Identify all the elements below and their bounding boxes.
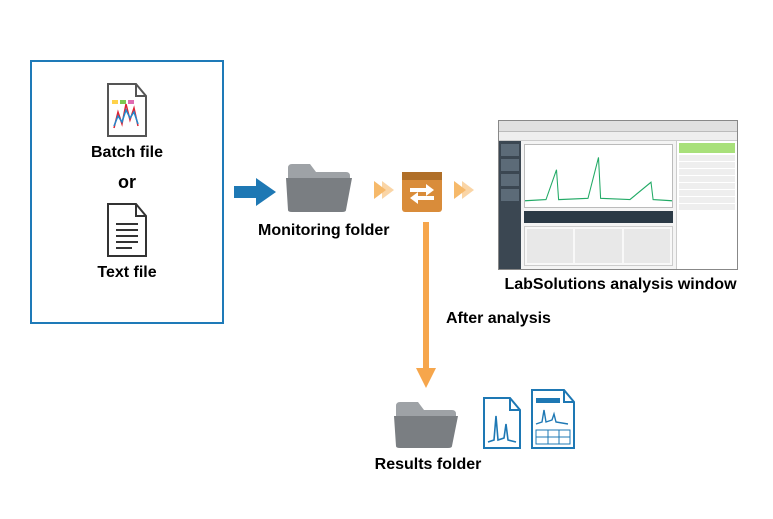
batch-file-icon	[104, 82, 150, 145]
monitoring-folder-label: Monitoring folder	[258, 222, 388, 240]
result-chromatogram-file-icon	[480, 396, 524, 457]
results-folder-icon	[392, 398, 460, 457]
batch-file-label: Batch file	[32, 144, 222, 162]
chevron-right-icon	[370, 177, 396, 208]
analysis-window-label: LabSolutions analysis window	[498, 276, 743, 294]
analysis-window-icon	[498, 120, 738, 270]
text-file-label: Text file	[32, 264, 222, 282]
results-folder-label: Results folder	[372, 456, 484, 474]
monitoring-folder-icon	[284, 160, 354, 221]
result-report-file-icon	[528, 388, 578, 457]
input-files-box: Batch file or Text file	[30, 60, 224, 324]
chevron-right-icon	[450, 177, 476, 208]
arrow-down-orange-icon	[414, 222, 438, 395]
transfer-icon	[400, 170, 444, 219]
after-analysis-label: After analysis	[446, 310, 551, 328]
arrow-blue-icon	[232, 172, 280, 217]
text-file-icon	[104, 202, 150, 265]
or-label: or	[32, 172, 222, 193]
